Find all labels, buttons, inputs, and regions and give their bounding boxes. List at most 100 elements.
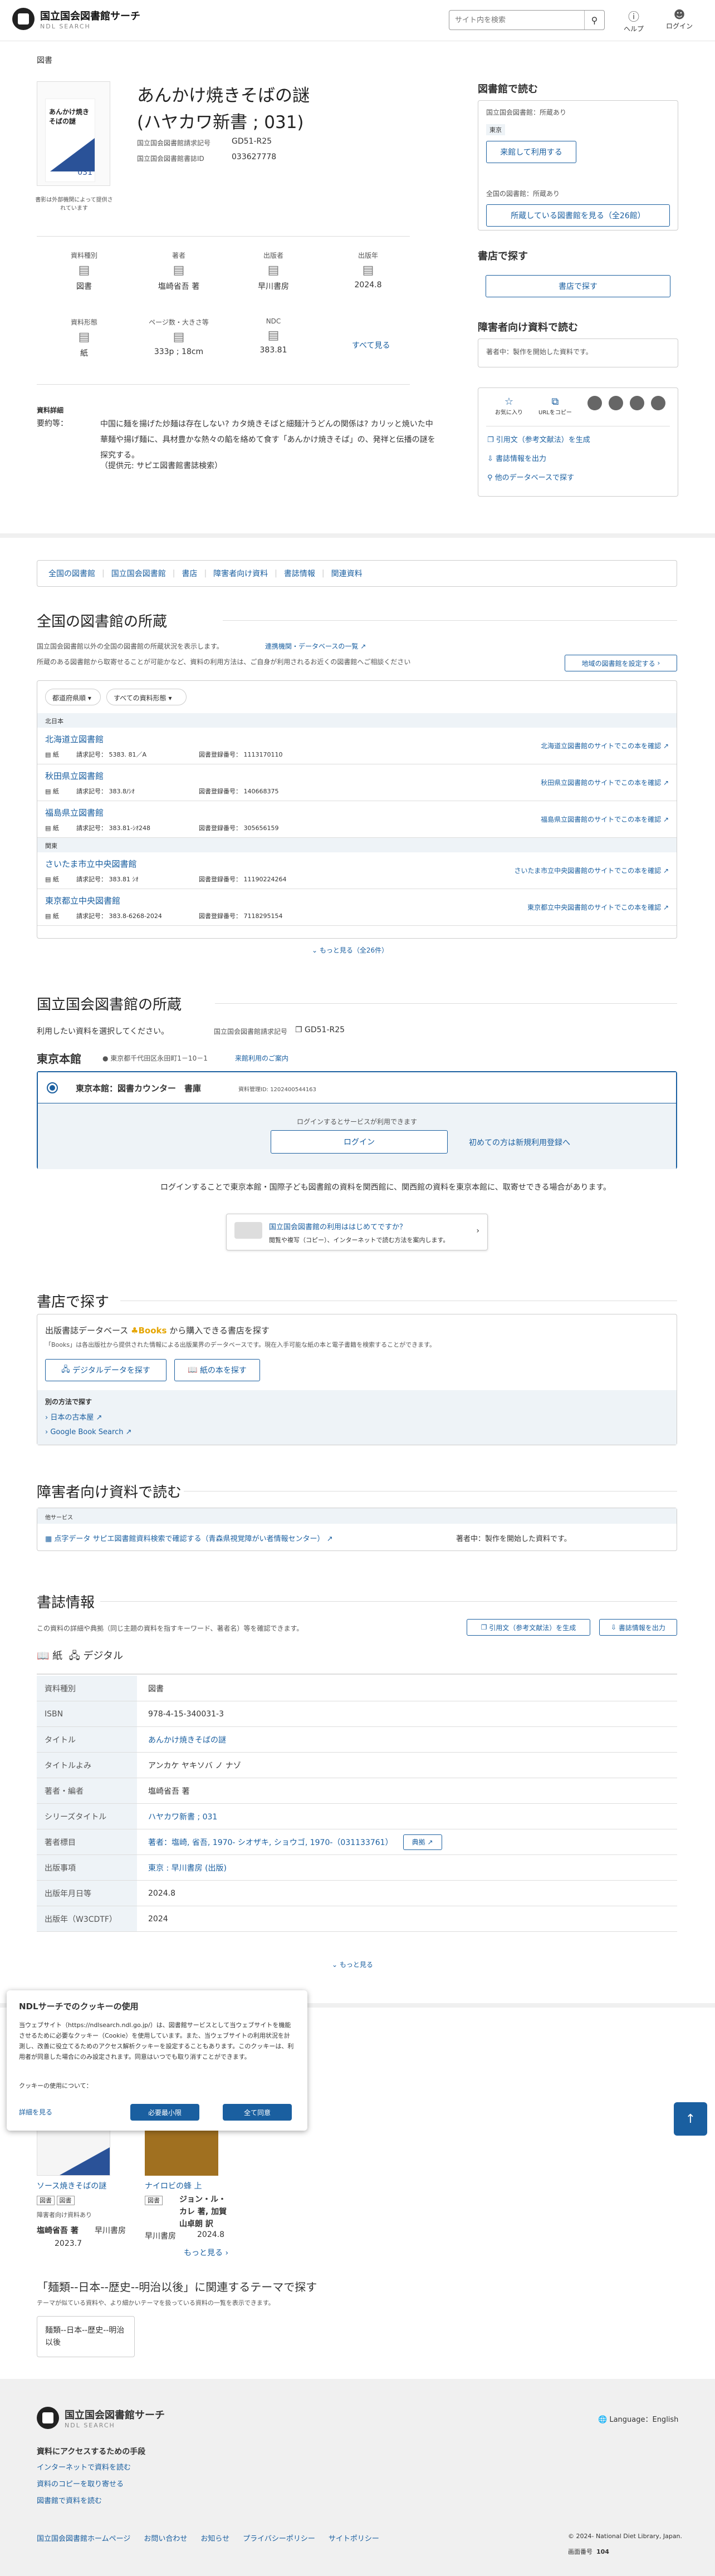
facet-1: ページ数・大きさ等 ▤ 333p ; 18cm bbox=[131, 317, 226, 356]
biblio-cite-button[interactable]: ❐ 引用文（参考文献法）を生成 bbox=[467, 1619, 590, 1636]
search-button[interactable]: ⚲ bbox=[584, 11, 604, 30]
library-name[interactable]: 福島県立図書館 bbox=[45, 807, 104, 818]
holding-radio[interactable] bbox=[47, 1082, 58, 1093]
theme-card[interactable]: 麺類--日本--歴史--明治以後 bbox=[37, 2316, 135, 2357]
sort-dropdown[interactable]: 都道府県順 ▾ bbox=[45, 689, 101, 705]
biblio-heading: 書誌情報 bbox=[37, 1594, 95, 1611]
mail-share-icon[interactable] bbox=[651, 396, 665, 410]
google-books-link[interactable]: › Google Book Search ↗ bbox=[45, 1428, 132, 1436]
braille-link[interactable]: ▦ 点字データ サピエ図書館資料検索で確認する（青森県視覚障がい者情報センター）… bbox=[45, 1533, 333, 1543]
section-tabs: 全国の図書館 | 国立国会図書館 | 書店 | 障害者向け資料 | 書誌情報 | 関連資料 bbox=[37, 560, 677, 587]
visit-guide-link[interactable]: 来館利用のご案内 bbox=[235, 1053, 288, 1063]
tab-5[interactable]: 関連資料 bbox=[331, 568, 363, 579]
copy-icon: ⧉ bbox=[551, 396, 559, 408]
biblio-row: ISBN 978-4-15-340031-3 bbox=[37, 1701, 677, 1727]
check-site-link[interactable]: さいたま市立中央図書館のサイトでこの本を確認 ↗ bbox=[514, 866, 669, 875]
biblio-row: 著者・編者 塩崎省吾 著 bbox=[37, 1778, 677, 1804]
callno-value: GD51-R25 bbox=[232, 137, 272, 146]
related-title-2[interactable]: ナイロビの蜂 上 bbox=[145, 2180, 202, 2191]
footer-nav-0[interactable]: 国立国会図書館ホームページ bbox=[37, 2533, 130, 2543]
authority-button[interactable]: 典拠 ↗ bbox=[403, 1834, 442, 1850]
set-region-button[interactable]: 地域の図書館を設定する › bbox=[565, 655, 677, 671]
search-input[interactable] bbox=[449, 11, 584, 30]
check-site-link[interactable]: 北海道立図書館のサイトでこの本を確認 ↗ bbox=[541, 741, 669, 750]
register-link[interactable]: 初めての方は新規利用登録へ bbox=[469, 1137, 570, 1148]
footer-link-visit[interactable]: 図書館で資料を読む bbox=[37, 2495, 102, 2505]
footer-nav-3[interactable]: プライバシーポリシー bbox=[243, 2533, 315, 2543]
ndl-heading: 国立国会図書館の所蔵 bbox=[37, 997, 182, 1013]
related-cover-1[interactable] bbox=[37, 2126, 110, 2176]
find-bookstore-button[interactable]: 書店で探す bbox=[486, 275, 670, 297]
counter-label: 東京本館：図書カウンター 書庫 bbox=[76, 1083, 202, 1093]
footer-nav-4[interactable]: サイトポリシー bbox=[329, 2533, 379, 2543]
tab-4[interactable]: 書誌情報 bbox=[284, 568, 315, 579]
related-more-link[interactable]: もっと見る › bbox=[184, 2247, 228, 2258]
related-cover-2[interactable] bbox=[145, 2126, 218, 2176]
accessible-status: 著者中：製作を開始した資料です。 bbox=[478, 338, 678, 367]
footer-nav-1[interactable]: お問い合わせ bbox=[144, 2533, 187, 2543]
cite-link[interactable]: ❐ 引用文（参考文献法）を生成 bbox=[487, 434, 590, 444]
first-time-banner[interactable]: 国立国会図書館の利用ははじめてですか？ 閲覧や複写（コピー）、インターネットで読… bbox=[226, 1214, 488, 1250]
ndl-login-button[interactable]: ログイン bbox=[271, 1130, 448, 1154]
theme-heading: 「麺類--日本--歴史--明治以後」に関連するテーマで探す bbox=[37, 2280, 317, 2294]
help-button[interactable]: ⓘ ヘルプ bbox=[624, 8, 644, 33]
cookie-banner: NDLサーチでのクッキーの使用 当ウェブサイト（https://ndlsearc… bbox=[7, 1990, 307, 2131]
used-books-link[interactable]: › 日本の古本屋 ↗ bbox=[45, 1411, 102, 1422]
check-site-link[interactable]: 東京都立中央図書館のサイトでこの本を確認 ↗ bbox=[527, 902, 669, 912]
visit-button[interactable]: 来館して利用する bbox=[486, 141, 576, 163]
copy-url-button[interactable]: ⧉ URLをコピー bbox=[538, 396, 572, 416]
biblio-row: 出版年月日等 2024.8 bbox=[37, 1881, 677, 1906]
cookie-title: NDLサーチでのクッキーの使用 bbox=[19, 2001, 139, 2011]
check-site-link[interactable]: 秋田県立図書館のサイトでこの本を確認 ↗ bbox=[541, 778, 669, 787]
national-note1: 国立国会図書館以外の全国の図書館の所蔵状況を表示します。 bbox=[37, 642, 223, 650]
digital-button[interactable]: 🖧 デジタルデータを探す bbox=[45, 1359, 166, 1381]
cookie-necessary-button[interactable]: 必要最小限 bbox=[130, 2104, 199, 2121]
ndl-logo-icon bbox=[12, 8, 35, 30]
footer-nav-2[interactable]: お知らせ bbox=[200, 2533, 229, 2543]
format-tabs[interactable]: 📖 紙 🖧 デジタル bbox=[37, 1648, 123, 1666]
book-title: あんかけ焼きそばの謎 bbox=[137, 86, 310, 106]
tokyo-tag: 東京 bbox=[486, 124, 505, 135]
login-button[interactable]: ☻ ログイン bbox=[666, 8, 693, 31]
books-note: 「Books」は各出版社から提供された情報による出版業界のデータベースです。現在… bbox=[45, 1341, 436, 1348]
site-logo[interactable]: 国立国会図書館サーチ NDL SEARCH bbox=[12, 8, 140, 30]
x-share-icon[interactable] bbox=[587, 396, 602, 410]
facebook-share-icon[interactable] bbox=[609, 396, 623, 410]
library-name[interactable]: 秋田県立図書館 bbox=[45, 770, 104, 782]
related-title-1[interactable]: ソース焼きそばの謎 bbox=[37, 2180, 106, 2191]
ndl-status: 国立国会図書館：所蔵あり bbox=[486, 109, 567, 116]
library-name[interactable]: さいたま市立中央図書館 bbox=[45, 858, 137, 870]
copyright: © 2024- National Diet Library, Japan. bbox=[568, 2533, 683, 2540]
more-libraries-link[interactable]: ⌄ もっと見る（全26件） bbox=[312, 945, 388, 955]
library-name[interactable]: 北海道立図書館 bbox=[45, 733, 104, 745]
holding-libraries-button[interactable]: 所蔵している図書館を見る（全26館） bbox=[486, 204, 670, 227]
check-site-link[interactable]: 福島県立図書館のサイトでこの本を確認 ↗ bbox=[541, 814, 669, 824]
see-all-link[interactable]: すべて見る bbox=[352, 340, 390, 351]
scroll-top-button[interactable]: ↑ bbox=[674, 2102, 707, 2136]
footer-ndl-logo-icon bbox=[37, 2407, 59, 2429]
line-share-icon[interactable] bbox=[630, 396, 644, 410]
tab-2[interactable]: 書店 bbox=[182, 568, 197, 579]
library-name[interactable]: 東京都立中央図書館 bbox=[45, 895, 120, 906]
ndl-callno-label: 国立国会図書館請求記号 bbox=[214, 1028, 288, 1036]
tab-3[interactable]: 障害者向け資料 bbox=[213, 568, 268, 579]
cookie-detail-link[interactable]: 詳細を見る bbox=[19, 2107, 52, 2117]
language-switch[interactable]: 🌐 Language：English bbox=[598, 2413, 678, 2424]
footer-link-copy[interactable]: 資料のコピーを取り寄せる bbox=[37, 2478, 124, 2489]
library-row: 東京都立中央図書館 ▤ 紙請求記号： 383.8-6268-2024 図書登録番号：… bbox=[37, 889, 677, 926]
favorite-button[interactable]: ☆ お気に入り bbox=[495, 396, 523, 416]
paper-button[interactable]: 📖 紙の本を探す bbox=[174, 1359, 260, 1381]
holding-id: 資料管理ID: 1202400544163 bbox=[238, 1087, 316, 1093]
other-db-link[interactable]: ⚲ 他のデータベースで探す bbox=[487, 472, 574, 482]
export-link[interactable]: ⇩ 書誌情報を出力 bbox=[487, 453, 546, 463]
tab-0[interactable]: 全国の図書館 bbox=[48, 568, 95, 579]
tab-1[interactable]: 国立国会図書館 bbox=[111, 568, 166, 579]
cookie-accept-button[interactable]: 全て同意 bbox=[223, 2104, 292, 2121]
biblio-more-link[interactable]: ⌄ もっと見る bbox=[332, 1960, 373, 1969]
facet-2: NDC ▤ 383.81 bbox=[226, 317, 321, 355]
format-dropdown[interactable]: すべての資料形態 ▾ bbox=[106, 689, 187, 705]
partners-link[interactable]: 連携機関・データベースの一覧 ↗ bbox=[265, 641, 366, 651]
footer-link-online[interactable]: インターネットで資料を読む bbox=[37, 2461, 131, 2472]
footer-logo[interactable]: 国立国会図書館サーチ NDL SEARCH bbox=[37, 2407, 165, 2429]
biblio-export-button[interactable]: ⇩ 書誌情報を出力 bbox=[599, 1619, 677, 1636]
